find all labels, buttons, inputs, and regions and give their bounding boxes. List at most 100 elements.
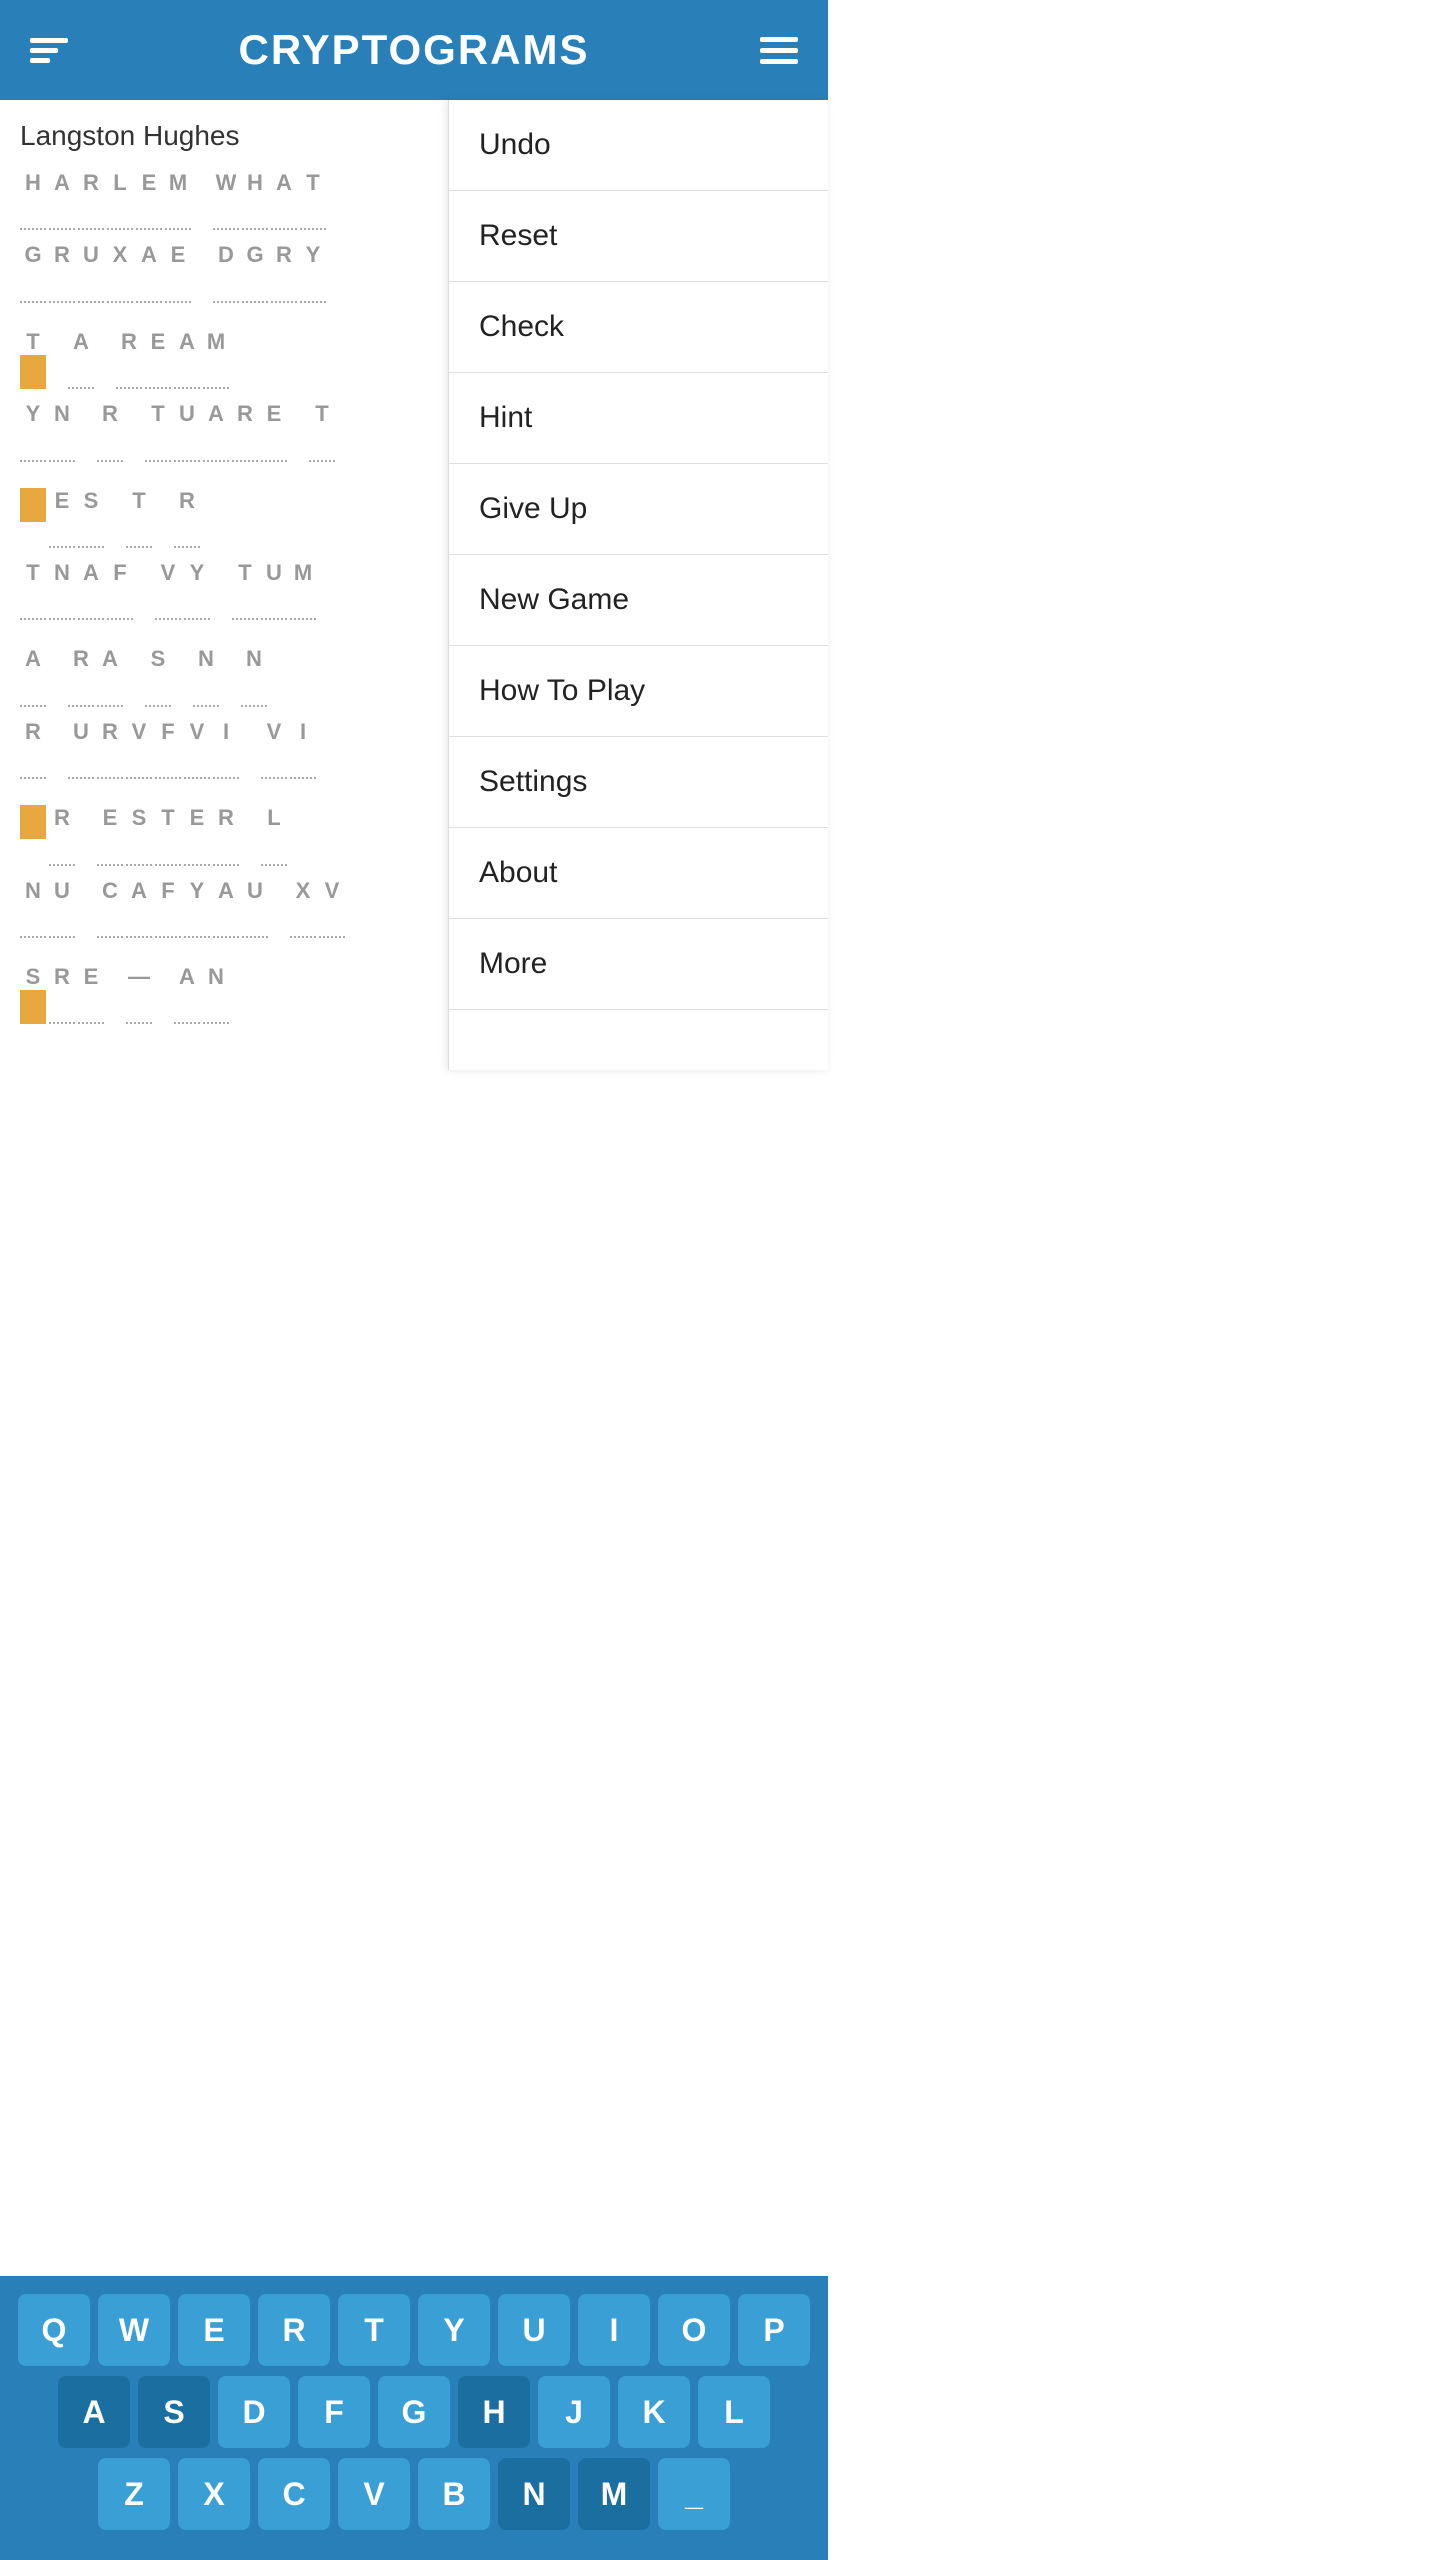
letter-cell: E bbox=[261, 401, 287, 461]
keyboard-row-3: Z X C V B N M _ bbox=[10, 2458, 818, 2530]
letter-cell: G bbox=[20, 242, 46, 302]
word-group: U R V F V I bbox=[68, 719, 239, 779]
key-p[interactable]: P bbox=[738, 2294, 810, 2366]
letter-cell: E bbox=[165, 242, 191, 302]
letter-cell: G bbox=[242, 242, 268, 302]
key-i[interactable]: I bbox=[578, 2294, 650, 2366]
menu-item-new-game[interactable]: New Game bbox=[449, 555, 828, 646]
app-header: Cryptograms bbox=[0, 0, 828, 100]
word-group: T U A R E bbox=[145, 401, 287, 461]
key-t[interactable]: T bbox=[338, 2294, 410, 2366]
menu-item-hint[interactable]: Hint bbox=[449, 373, 828, 464]
key-f[interactable]: F bbox=[298, 2376, 370, 2448]
key-s[interactable]: S bbox=[138, 2376, 210, 2448]
key-h[interactable]: H bbox=[458, 2376, 530, 2448]
key-z[interactable]: Z bbox=[98, 2458, 170, 2530]
menu-item-check[interactable]: Check bbox=[449, 282, 828, 373]
key-backspace[interactable]: _ bbox=[658, 2458, 730, 2530]
letter-cell: E bbox=[78, 964, 104, 1024]
menu-item-settings[interactable]: Settings bbox=[449, 737, 828, 828]
key-c[interactable]: C bbox=[258, 2458, 330, 2530]
word-group: Y N bbox=[20, 401, 75, 461]
letter-cell: C bbox=[97, 878, 123, 938]
key-b[interactable]: B bbox=[418, 2458, 490, 2530]
letter-cell: F bbox=[107, 560, 133, 620]
letter-cell: A bbox=[78, 560, 104, 620]
key-g[interactable]: G bbox=[378, 2376, 450, 2448]
word-group: T bbox=[309, 401, 335, 461]
letter-cell: Y bbox=[20, 401, 46, 461]
letter-cell: Y bbox=[300, 242, 326, 302]
word-group: T bbox=[126, 488, 152, 548]
hamburger-menu-icon[interactable] bbox=[760, 37, 798, 64]
letter-cell: A bbox=[20, 646, 46, 706]
letter-cell: T bbox=[20, 329, 46, 389]
stats-icon[interactable] bbox=[30, 38, 68, 63]
word-group: R A bbox=[68, 646, 123, 706]
menu-item-about[interactable]: About bbox=[449, 828, 828, 919]
key-r[interactable]: R bbox=[258, 2294, 330, 2366]
letter-cell: T bbox=[155, 805, 181, 865]
key-l[interactable]: L bbox=[698, 2376, 770, 2448]
key-w[interactable]: W bbox=[98, 2294, 170, 2366]
menu-item-undo[interactable]: Undo bbox=[449, 100, 828, 191]
menu-item-give-up[interactable]: Give Up bbox=[449, 464, 828, 555]
word-group: A bbox=[68, 329, 94, 389]
key-x[interactable]: X bbox=[178, 2458, 250, 2530]
word-group: H A R L E M bbox=[20, 170, 191, 230]
letter-cell: U bbox=[68, 719, 94, 779]
letter-cell: A bbox=[126, 878, 152, 938]
key-v[interactable]: V bbox=[338, 2458, 410, 2530]
letter-cell: A bbox=[97, 646, 123, 706]
key-j[interactable]: J bbox=[538, 2376, 610, 2448]
letter-cell: T bbox=[232, 560, 258, 620]
word-group: N bbox=[241, 646, 267, 706]
key-k[interactable]: K bbox=[618, 2376, 690, 2448]
key-a[interactable]: A bbox=[58, 2376, 130, 2448]
letter-cell: N bbox=[20, 878, 46, 938]
word-group: R bbox=[97, 401, 123, 461]
letter-cell: I bbox=[290, 719, 316, 779]
letter-cell: F bbox=[155, 719, 181, 779]
key-o[interactable]: O bbox=[658, 2294, 730, 2366]
key-n[interactable]: N bbox=[498, 2458, 570, 2530]
letter-cell: T bbox=[309, 401, 335, 461]
letter-cell: T bbox=[126, 488, 152, 548]
letter-cell: R bbox=[116, 329, 142, 389]
letter-cell: X bbox=[290, 878, 316, 938]
menu-item-reset[interactable]: Reset bbox=[449, 191, 828, 282]
letter-cell: U bbox=[174, 401, 200, 461]
letter-cell: A bbox=[49, 170, 75, 230]
letter-cell: V bbox=[155, 560, 181, 620]
word-group: A bbox=[20, 646, 46, 706]
key-m[interactable]: M bbox=[578, 2458, 650, 2530]
word-group: E S bbox=[20, 488, 104, 548]
letter-cell: R bbox=[78, 170, 104, 230]
letter-cell: N bbox=[241, 646, 267, 706]
letter-cell: E bbox=[145, 329, 171, 389]
letter-cell: N bbox=[203, 964, 229, 1024]
letter-cell: S bbox=[126, 805, 152, 865]
key-d[interactable]: D bbox=[218, 2376, 290, 2448]
word-group: N bbox=[193, 646, 219, 706]
letter-cell: A bbox=[203, 401, 229, 461]
word-group: V I bbox=[261, 719, 316, 779]
letter-cell: W bbox=[213, 170, 239, 230]
letter-cell: V bbox=[184, 719, 210, 779]
word-group: R bbox=[174, 488, 200, 548]
key-y[interactable]: Y bbox=[418, 2294, 490, 2366]
word-group: W H A T bbox=[213, 170, 326, 230]
letter-cell: E bbox=[136, 170, 162, 230]
letter-cell: R bbox=[213, 805, 239, 865]
letter-cell: E bbox=[49, 488, 75, 548]
key-e[interactable]: E bbox=[178, 2294, 250, 2366]
key-u[interactable]: U bbox=[498, 2294, 570, 2366]
letter-cell: N bbox=[49, 401, 75, 461]
letter-cell: M bbox=[290, 560, 316, 620]
menu-item-more[interactable]: More bbox=[449, 919, 828, 1010]
letter-cell: R bbox=[97, 401, 123, 461]
key-q[interactable]: Q bbox=[18, 2294, 90, 2366]
word-group: R E A M bbox=[116, 329, 229, 389]
letter-cell: A bbox=[213, 878, 239, 938]
menu-item-how-to-play[interactable]: How To Play bbox=[449, 646, 828, 737]
